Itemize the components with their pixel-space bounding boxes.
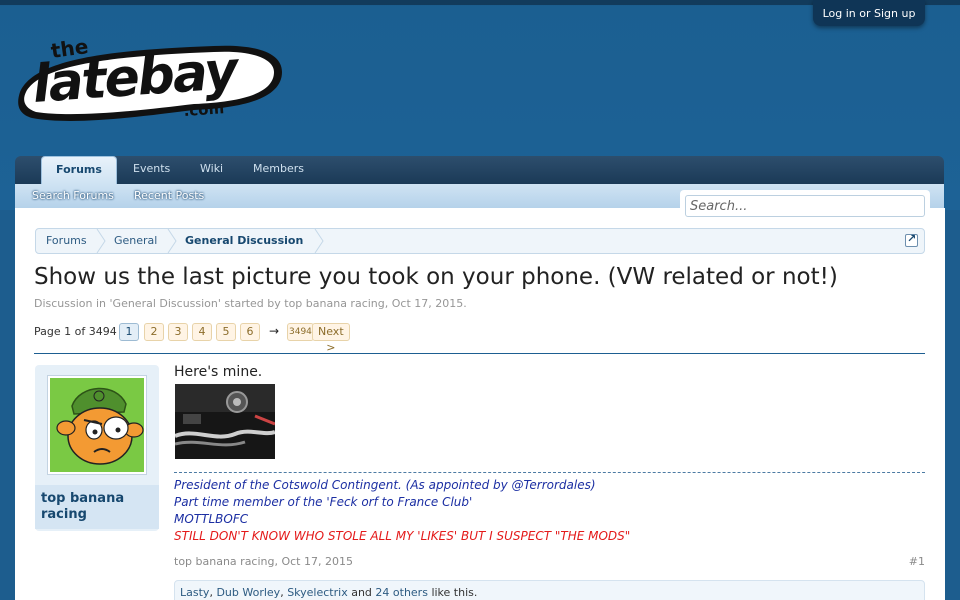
thread-meta: Discussion in 'General Discussion' start…	[34, 297, 467, 310]
breadcrumb: Forums General General Discussion	[35, 228, 925, 254]
likes-suffix: like this.	[431, 586, 478, 599]
page-link[interactable]: 3	[168, 323, 188, 341]
recent-posts-link[interactable]: Recent Posts	[134, 184, 204, 207]
likes-separator: ,	[209, 586, 213, 599]
post-meta[interactable]: top banana racing, Oct 17, 2015	[174, 555, 353, 568]
likes-others-link[interactable]: 24 others	[375, 586, 428, 599]
user-info: top banana racing	[35, 365, 159, 531]
search-forums-link[interactable]: Search Forums	[32, 184, 114, 207]
next-page-button[interactable]: Next >	[312, 323, 350, 354]
engine-photo	[175, 384, 275, 459]
signature-divider	[174, 472, 925, 473]
tab-events[interactable]: Events	[133, 156, 170, 184]
avatar-image	[50, 378, 144, 472]
jump-to-icon[interactable]	[905, 232, 918, 247]
site-logo[interactable]: the latebay .com	[14, 30, 286, 132]
main-nav: Forums Events Wiki Members	[15, 156, 944, 184]
crumb-separator-icon	[314, 229, 324, 253]
crumb-separator-icon	[167, 229, 177, 253]
tab-members[interactable]: Members	[253, 156, 304, 184]
crumb-forums[interactable]: Forums	[46, 229, 87, 253]
post-number[interactable]: #1	[909, 555, 925, 568]
post-username[interactable]: top banana racing	[35, 485, 159, 529]
page-link[interactable]: 1	[119, 323, 139, 341]
crumb-general-discussion[interactable]: General Discussion	[185, 229, 303, 253]
likes-separator: ,	[280, 586, 284, 599]
page-link[interactable]: 2	[144, 323, 164, 341]
login-signup-link[interactable]: Log in or Sign up	[813, 0, 925, 26]
signature-line: MOTTLBOFC	[174, 512, 249, 526]
tab-forums[interactable]: Forums	[41, 156, 117, 184]
signature-line: STILL DON'T KNOW WHO STOLE ALL MY 'LIKES…	[174, 529, 631, 543]
tab-wiki[interactable]: Wiki	[200, 156, 223, 184]
search-input[interactable]	[685, 195, 925, 217]
page-count-label: Page 1 of 3494	[34, 325, 117, 338]
liker-link[interactable]: Dub Worley	[216, 586, 280, 599]
likes-summary: Lasty, Dub Worley, Skyelectrix and 24 ot…	[174, 580, 925, 600]
divider	[34, 353, 925, 354]
page-link[interactable]: 4	[192, 323, 212, 341]
avatar[interactable]	[47, 375, 147, 475]
post-image[interactable]	[175, 384, 275, 459]
signature-line: Part time member of the 'Feck orf to Fra…	[174, 495, 473, 509]
page-link[interactable]: 6	[240, 323, 260, 341]
liker-link[interactable]: Skyelectrix	[287, 586, 348, 599]
arrow-right-icon: →	[269, 324, 280, 338]
svg-text:.com: .com	[183, 99, 225, 120]
thread-title: Show us the last picture you took on you…	[34, 264, 838, 290]
main-content: Forums General General Discussion Show u…	[15, 208, 945, 600]
signature-line: President of the Cotswold Contingent. (A…	[174, 478, 596, 492]
search-box	[680, 190, 930, 222]
page-link-last[interactable]: 3494	[287, 323, 314, 341]
crumb-general[interactable]: General	[114, 229, 157, 253]
page-link[interactable]: 5	[216, 323, 236, 341]
crumb-separator-icon	[96, 229, 106, 253]
liker-link[interactable]: Lasty	[180, 586, 209, 599]
likes-and-text: and	[351, 586, 372, 599]
post-message: Here's mine.	[174, 364, 263, 380]
